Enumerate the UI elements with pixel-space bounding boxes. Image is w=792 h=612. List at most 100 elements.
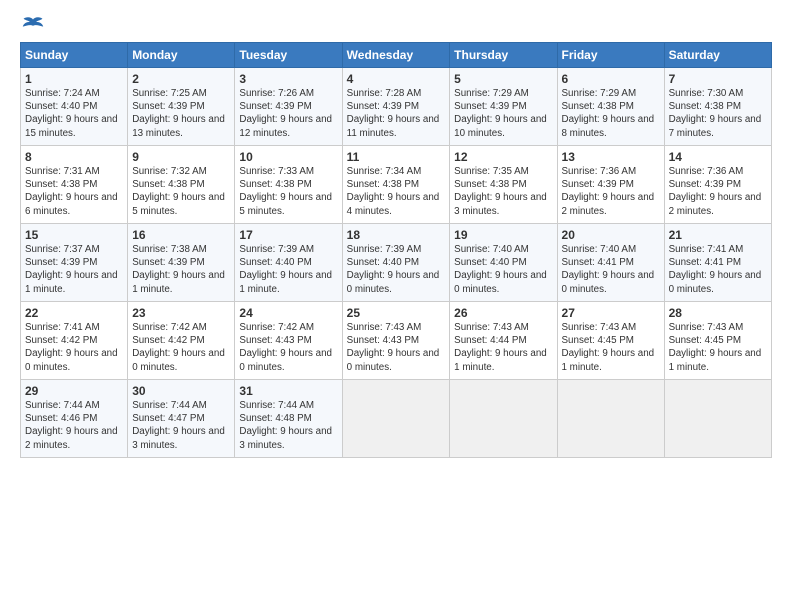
day-info: Sunrise: 7:39 AMSunset: 4:40 PMDaylight:… — [239, 244, 332, 295]
day-info: Sunrise: 7:36 AMSunset: 4:39 PMDaylight:… — [562, 166, 655, 217]
day-number: 19 — [454, 228, 552, 242]
day-info: Sunrise: 7:40 AMSunset: 4:40 PMDaylight:… — [454, 244, 547, 295]
day-number: 10 — [239, 150, 337, 164]
dow-header-monday: Monday — [128, 43, 235, 68]
day-cell: 2 Sunrise: 7:25 AMSunset: 4:39 PMDayligh… — [128, 68, 235, 146]
week-row-4: 22 Sunrise: 7:41 AMSunset: 4:42 PMDaylig… — [21, 302, 772, 380]
day-number: 29 — [25, 384, 123, 398]
day-info: Sunrise: 7:40 AMSunset: 4:41 PMDaylight:… — [562, 244, 655, 295]
day-cell: 18 Sunrise: 7:39 AMSunset: 4:40 PMDaylig… — [342, 224, 450, 302]
day-cell: 30 Sunrise: 7:44 AMSunset: 4:47 PMDaylig… — [128, 380, 235, 458]
dow-header-tuesday: Tuesday — [235, 43, 342, 68]
day-cell: 25 Sunrise: 7:43 AMSunset: 4:43 PMDaylig… — [342, 302, 450, 380]
day-cell: 22 Sunrise: 7:41 AMSunset: 4:42 PMDaylig… — [21, 302, 128, 380]
day-info: Sunrise: 7:35 AMSunset: 4:38 PMDaylight:… — [454, 166, 547, 217]
day-cell: 29 Sunrise: 7:44 AMSunset: 4:46 PMDaylig… — [21, 380, 128, 458]
day-number: 11 — [347, 150, 446, 164]
dow-header-friday: Friday — [557, 43, 664, 68]
day-cell: 31 Sunrise: 7:44 AMSunset: 4:48 PMDaylig… — [235, 380, 342, 458]
day-info: Sunrise: 7:28 AMSunset: 4:39 PMDaylight:… — [347, 88, 440, 139]
day-number: 12 — [454, 150, 552, 164]
week-row-1: 1 Sunrise: 7:24 AMSunset: 4:40 PMDayligh… — [21, 68, 772, 146]
day-number: 8 — [25, 150, 123, 164]
week-row-5: 29 Sunrise: 7:44 AMSunset: 4:46 PMDaylig… — [21, 380, 772, 458]
week-row-2: 8 Sunrise: 7:31 AMSunset: 4:38 PMDayligh… — [21, 146, 772, 224]
day-info: Sunrise: 7:33 AMSunset: 4:38 PMDaylight:… — [239, 166, 332, 217]
day-info: Sunrise: 7:43 AMSunset: 4:44 PMDaylight:… — [454, 322, 547, 373]
day-number: 2 — [132, 72, 230, 86]
day-cell: 23 Sunrise: 7:42 AMSunset: 4:42 PMDaylig… — [128, 302, 235, 380]
day-number: 6 — [562, 72, 660, 86]
calendar-table: SundayMondayTuesdayWednesdayThursdayFrid… — [20, 42, 772, 458]
day-info: Sunrise: 7:37 AMSunset: 4:39 PMDaylight:… — [25, 244, 118, 295]
day-info: Sunrise: 7:32 AMSunset: 4:38 PMDaylight:… — [132, 166, 225, 217]
day-number: 7 — [669, 72, 767, 86]
day-cell: 24 Sunrise: 7:42 AMSunset: 4:43 PMDaylig… — [235, 302, 342, 380]
day-cell: 20 Sunrise: 7:40 AMSunset: 4:41 PMDaylig… — [557, 224, 664, 302]
day-cell: 19 Sunrise: 7:40 AMSunset: 4:40 PMDaylig… — [450, 224, 557, 302]
day-cell — [342, 380, 450, 458]
day-info: Sunrise: 7:41 AMSunset: 4:42 PMDaylight:… — [25, 322, 118, 373]
day-number: 13 — [562, 150, 660, 164]
dow-header-wednesday: Wednesday — [342, 43, 450, 68]
day-number: 28 — [669, 306, 767, 320]
day-info: Sunrise: 7:43 AMSunset: 4:45 PMDaylight:… — [669, 322, 762, 373]
day-number: 5 — [454, 72, 552, 86]
day-number: 30 — [132, 384, 230, 398]
day-number: 9 — [132, 150, 230, 164]
day-cell: 28 Sunrise: 7:43 AMSunset: 4:45 PMDaylig… — [664, 302, 771, 380]
day-info: Sunrise: 7:42 AMSunset: 4:42 PMDaylight:… — [132, 322, 225, 373]
day-info: Sunrise: 7:26 AMSunset: 4:39 PMDaylight:… — [239, 88, 332, 139]
day-info: Sunrise: 7:29 AMSunset: 4:39 PMDaylight:… — [454, 88, 547, 139]
day-info: Sunrise: 7:29 AMSunset: 4:38 PMDaylight:… — [562, 88, 655, 139]
day-cell: 16 Sunrise: 7:38 AMSunset: 4:39 PMDaylig… — [128, 224, 235, 302]
day-info: Sunrise: 7:42 AMSunset: 4:43 PMDaylight:… — [239, 322, 332, 373]
day-cell: 10 Sunrise: 7:33 AMSunset: 4:38 PMDaylig… — [235, 146, 342, 224]
day-info: Sunrise: 7:25 AMSunset: 4:39 PMDaylight:… — [132, 88, 225, 139]
day-cell — [557, 380, 664, 458]
day-cell: 7 Sunrise: 7:30 AMSunset: 4:38 PMDayligh… — [664, 68, 771, 146]
page-header — [20, 16, 772, 34]
day-number: 24 — [239, 306, 337, 320]
day-info: Sunrise: 7:38 AMSunset: 4:39 PMDaylight:… — [132, 244, 225, 295]
day-info: Sunrise: 7:39 AMSunset: 4:40 PMDaylight:… — [347, 244, 440, 295]
day-cell: 6 Sunrise: 7:29 AMSunset: 4:38 PMDayligh… — [557, 68, 664, 146]
day-cell: 14 Sunrise: 7:36 AMSunset: 4:39 PMDaylig… — [664, 146, 771, 224]
day-info: Sunrise: 7:43 AMSunset: 4:45 PMDaylight:… — [562, 322, 655, 373]
day-info: Sunrise: 7:34 AMSunset: 4:38 PMDaylight:… — [347, 166, 440, 217]
day-cell: 13 Sunrise: 7:36 AMSunset: 4:39 PMDaylig… — [557, 146, 664, 224]
day-number: 17 — [239, 228, 337, 242]
logo — [20, 16, 44, 34]
day-number: 3 — [239, 72, 337, 86]
day-cell: 27 Sunrise: 7:43 AMSunset: 4:45 PMDaylig… — [557, 302, 664, 380]
day-cell: 11 Sunrise: 7:34 AMSunset: 4:38 PMDaylig… — [342, 146, 450, 224]
day-cell: 12 Sunrise: 7:35 AMSunset: 4:38 PMDaylig… — [450, 146, 557, 224]
day-number: 18 — [347, 228, 446, 242]
day-info: Sunrise: 7:36 AMSunset: 4:39 PMDaylight:… — [669, 166, 762, 217]
day-number: 26 — [454, 306, 552, 320]
day-number: 20 — [562, 228, 660, 242]
day-cell: 9 Sunrise: 7:32 AMSunset: 4:38 PMDayligh… — [128, 146, 235, 224]
day-number: 25 — [347, 306, 446, 320]
day-cell: 15 Sunrise: 7:37 AMSunset: 4:39 PMDaylig… — [21, 224, 128, 302]
day-info: Sunrise: 7:44 AMSunset: 4:46 PMDaylight:… — [25, 400, 118, 451]
day-cell: 1 Sunrise: 7:24 AMSunset: 4:40 PMDayligh… — [21, 68, 128, 146]
day-number: 21 — [669, 228, 767, 242]
logo-bird-icon — [22, 16, 44, 34]
day-number: 31 — [239, 384, 337, 398]
day-cell: 8 Sunrise: 7:31 AMSunset: 4:38 PMDayligh… — [21, 146, 128, 224]
day-number: 1 — [25, 72, 123, 86]
day-info: Sunrise: 7:24 AMSunset: 4:40 PMDaylight:… — [25, 88, 118, 139]
day-info: Sunrise: 7:43 AMSunset: 4:43 PMDaylight:… — [347, 322, 440, 373]
dow-header-saturday: Saturday — [664, 43, 771, 68]
day-number: 22 — [25, 306, 123, 320]
day-number: 16 — [132, 228, 230, 242]
day-cell: 17 Sunrise: 7:39 AMSunset: 4:40 PMDaylig… — [235, 224, 342, 302]
day-number: 27 — [562, 306, 660, 320]
day-cell: 5 Sunrise: 7:29 AMSunset: 4:39 PMDayligh… — [450, 68, 557, 146]
day-cell — [450, 380, 557, 458]
day-number: 23 — [132, 306, 230, 320]
day-cell: 4 Sunrise: 7:28 AMSunset: 4:39 PMDayligh… — [342, 68, 450, 146]
day-cell — [664, 380, 771, 458]
week-row-3: 15 Sunrise: 7:37 AMSunset: 4:39 PMDaylig… — [21, 224, 772, 302]
